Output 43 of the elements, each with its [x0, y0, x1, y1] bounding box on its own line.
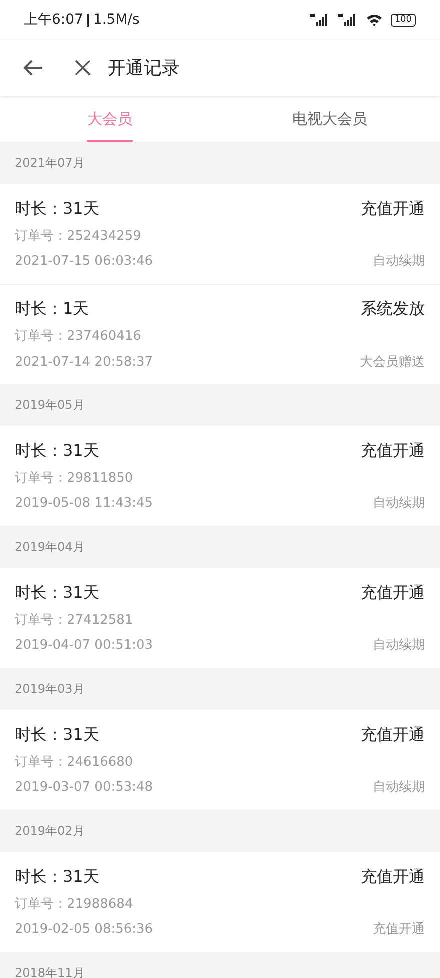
page-title: 开通记录 — [108, 56, 180, 80]
record-source: 充值开通 — [373, 921, 425, 939]
record-type: 充值开通 — [361, 866, 425, 888]
month-header: 2019年02月 — [15, 823, 85, 840]
order-number: 订单号：237460416 — [15, 328, 142, 346]
duration-text: 时长：1天 — [15, 298, 90, 320]
month-header: 2021年07月 — [15, 155, 85, 172]
order-number: 订单号：27412581 — [15, 612, 134, 630]
signal-icon — [310, 14, 330, 26]
month-header: 2019年05月 — [15, 397, 85, 414]
record-time: 2021-07-15 06:03:46 — [15, 253, 154, 271]
record-type: 系统发放 — [361, 298, 425, 320]
record-time: 2019-03-07 00:53:48 — [15, 779, 154, 797]
order-number: 订单号：24616680 — [15, 754, 134, 772]
signal-icon — [338, 14, 358, 26]
record-time: 2019-04-07 00:51:03 — [15, 637, 154, 655]
duration-text: 时长：31天 — [15, 724, 100, 746]
record-type: 充值开通 — [361, 440, 425, 462]
record-source: 自动续期 — [373, 495, 425, 513]
month-header: 2019年04月 — [15, 539, 85, 556]
record-time: 2021-07-14 20:58:37 — [15, 354, 154, 372]
duration-text: 时长：31天 — [15, 198, 100, 220]
wifi-icon — [366, 14, 383, 26]
duration-text: 时长：31天 — [15, 440, 100, 462]
record-source: 自动续期 — [373, 779, 425, 797]
order-number: 订单号：29811850 — [15, 470, 134, 488]
record-type: 充值开通 — [361, 198, 425, 220]
status-time: 上午6:07 — [24, 10, 84, 30]
duration-text: 时长：31天 — [15, 582, 100, 604]
record-time: 2019-02-05 08:56:36 — [15, 921, 154, 939]
month-header: 2019年03月 — [15, 681, 85, 698]
record-type: 充值开通 — [361, 724, 425, 746]
battery-icon: 100 — [390, 14, 416, 26]
record-source: 大会员赠送 — [360, 354, 425, 372]
order-number: 订单号：252434259 — [15, 228, 142, 246]
record-source: 自动续期 — [373, 253, 425, 271]
duration-text: 时长：31天 — [15, 866, 100, 888]
network-speed: 1.5M/s — [93, 10, 140, 30]
record-source: 自动续期 — [373, 637, 425, 655]
record-time: 2019-05-08 11:43:45 — [15, 495, 154, 513]
record-type: 充值开通 — [361, 582, 425, 604]
tab[interactable]: 电视大会员 — [220, 96, 440, 142]
order-number: 订单号：21988684 — [15, 896, 134, 914]
